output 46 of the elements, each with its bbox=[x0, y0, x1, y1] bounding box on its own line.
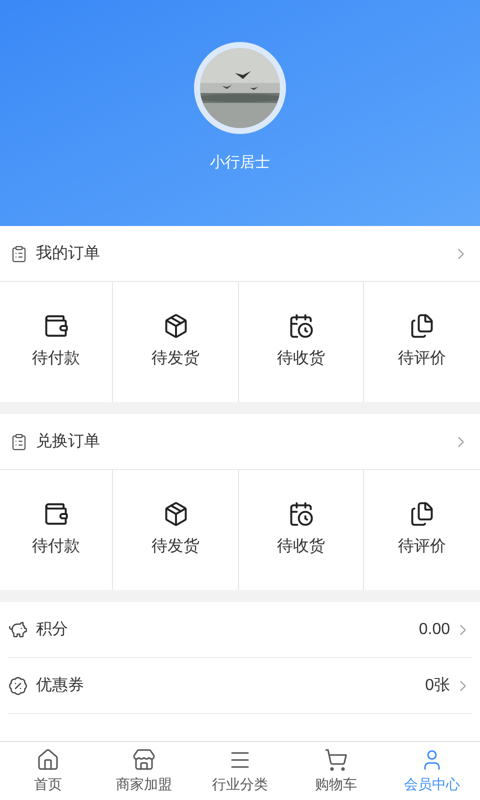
order-status-label: 待评价 bbox=[398, 349, 446, 369]
wallet-icon bbox=[43, 313, 69, 339]
cart-icon bbox=[324, 748, 348, 772]
badge-icon bbox=[8, 676, 28, 696]
home-icon bbox=[36, 748, 60, 772]
calendar-clock-icon bbox=[288, 313, 314, 339]
section-title: 兑换订单 bbox=[36, 432, 100, 452]
box-icon bbox=[162, 313, 188, 339]
order-status-item[interactable]: 待发货 bbox=[113, 470, 239, 590]
order-status-item[interactable]: 待评价 bbox=[364, 282, 480, 402]
order-status-item[interactable]: 待评价 bbox=[364, 470, 480, 590]
clipboard-icon bbox=[10, 244, 28, 264]
documents-icon bbox=[409, 313, 435, 339]
order-status-item[interactable]: 待收货 bbox=[239, 282, 364, 402]
row-value: 0.00 bbox=[418, 620, 450, 640]
row-value: 0张 bbox=[425, 676, 450, 696]
row-label: 积分 bbox=[36, 620, 68, 640]
section-title: 我的订单 bbox=[36, 244, 100, 264]
section-header[interactable]: 兑换订单 bbox=[0, 414, 480, 470]
order-status-label: 待付款 bbox=[32, 537, 80, 557]
order-status-label: 待发货 bbox=[152, 537, 200, 557]
documents-icon bbox=[409, 501, 435, 527]
row-label: 优惠券 bbox=[36, 676, 84, 696]
user-name: 小行居士 bbox=[210, 153, 270, 173]
section-header[interactable]: 我的订单 bbox=[0, 226, 480, 282]
tab[interactable]: 商家加盟 bbox=[96, 742, 192, 800]
tab[interactable]: 购物车 bbox=[288, 742, 384, 800]
piggy-bank-icon bbox=[8, 620, 28, 640]
order-status-label: 待收货 bbox=[277, 537, 325, 557]
store-icon bbox=[132, 748, 156, 772]
order-status-label: 待评价 bbox=[398, 537, 446, 557]
order-status-item[interactable]: 待付款 bbox=[0, 470, 113, 590]
calendar-clock-icon bbox=[288, 501, 314, 527]
wallet-icon bbox=[43, 501, 69, 527]
order-status-item[interactable]: 待发货 bbox=[113, 282, 239, 402]
order-status-item[interactable]: 待付款 bbox=[0, 282, 113, 402]
order-status-label: 待发货 bbox=[152, 349, 200, 369]
account-row[interactable]: 优惠券 0张 bbox=[8, 658, 472, 714]
order-status-label: 待付款 bbox=[32, 349, 80, 369]
tab[interactable]: 行业分类 bbox=[192, 742, 288, 800]
box-icon bbox=[162, 501, 188, 527]
order-status-item[interactable]: 待收货 bbox=[239, 470, 364, 590]
tab[interactable]: 首页 bbox=[0, 742, 96, 800]
clipboard-icon bbox=[10, 432, 28, 452]
account-row[interactable]: 积分 0.00 bbox=[8, 602, 472, 658]
order-status-label: 待收货 bbox=[277, 349, 325, 369]
